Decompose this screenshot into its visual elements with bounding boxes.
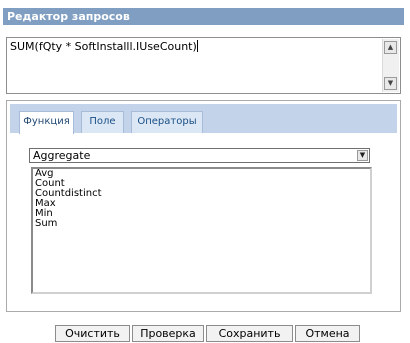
cancel-button[interactable]: Отмена xyxy=(295,325,360,342)
function-type-value: Aggregate xyxy=(33,149,91,162)
function-item-countdistinct[interactable]: Countdistinct xyxy=(33,189,370,199)
tab-strip: Функция Поле Операторы xyxy=(10,104,397,134)
chevron-down-icon[interactable]: ▼ xyxy=(357,150,368,161)
scroll-down-arrow-icon[interactable]: ▼ xyxy=(384,77,397,90)
tab-field[interactable]: Поле xyxy=(81,111,124,133)
save-button[interactable]: Сохранить xyxy=(206,325,293,342)
expression-text[interactable]: SUM(fQty * SoftInstalll.IUseCount) xyxy=(10,40,198,53)
expression-value: SUM(fQty * SoftInstalll.IUseCount) xyxy=(10,40,197,53)
scroll-up-arrow-icon[interactable]: ▲ xyxy=(384,41,397,54)
function-list[interactable]: Avg Count Countdistinct Max Min Sum xyxy=(31,167,372,294)
window-title: Редактор запросов xyxy=(3,8,404,25)
function-item-max[interactable]: Max xyxy=(33,199,370,209)
function-item-avg[interactable]: Avg xyxy=(33,169,370,179)
function-type-select[interactable]: Aggregate ▼ xyxy=(29,148,370,163)
text-caret xyxy=(196,40,198,52)
clear-button[interactable]: Очистить xyxy=(55,325,130,342)
function-item-min[interactable]: Min xyxy=(33,209,370,219)
editor-scrollbar[interactable]: ▲ ▼ xyxy=(382,39,399,92)
expression-editor[interactable]: SUM(fQty * SoftInstalll.IUseCount) ▲ ▼ xyxy=(6,37,401,94)
check-button[interactable]: Проверка xyxy=(132,325,204,342)
tab-function[interactable]: Функция xyxy=(19,111,74,134)
tab-operators[interactable]: Операторы xyxy=(131,111,203,133)
function-item-sum[interactable]: Sum xyxy=(33,219,370,229)
